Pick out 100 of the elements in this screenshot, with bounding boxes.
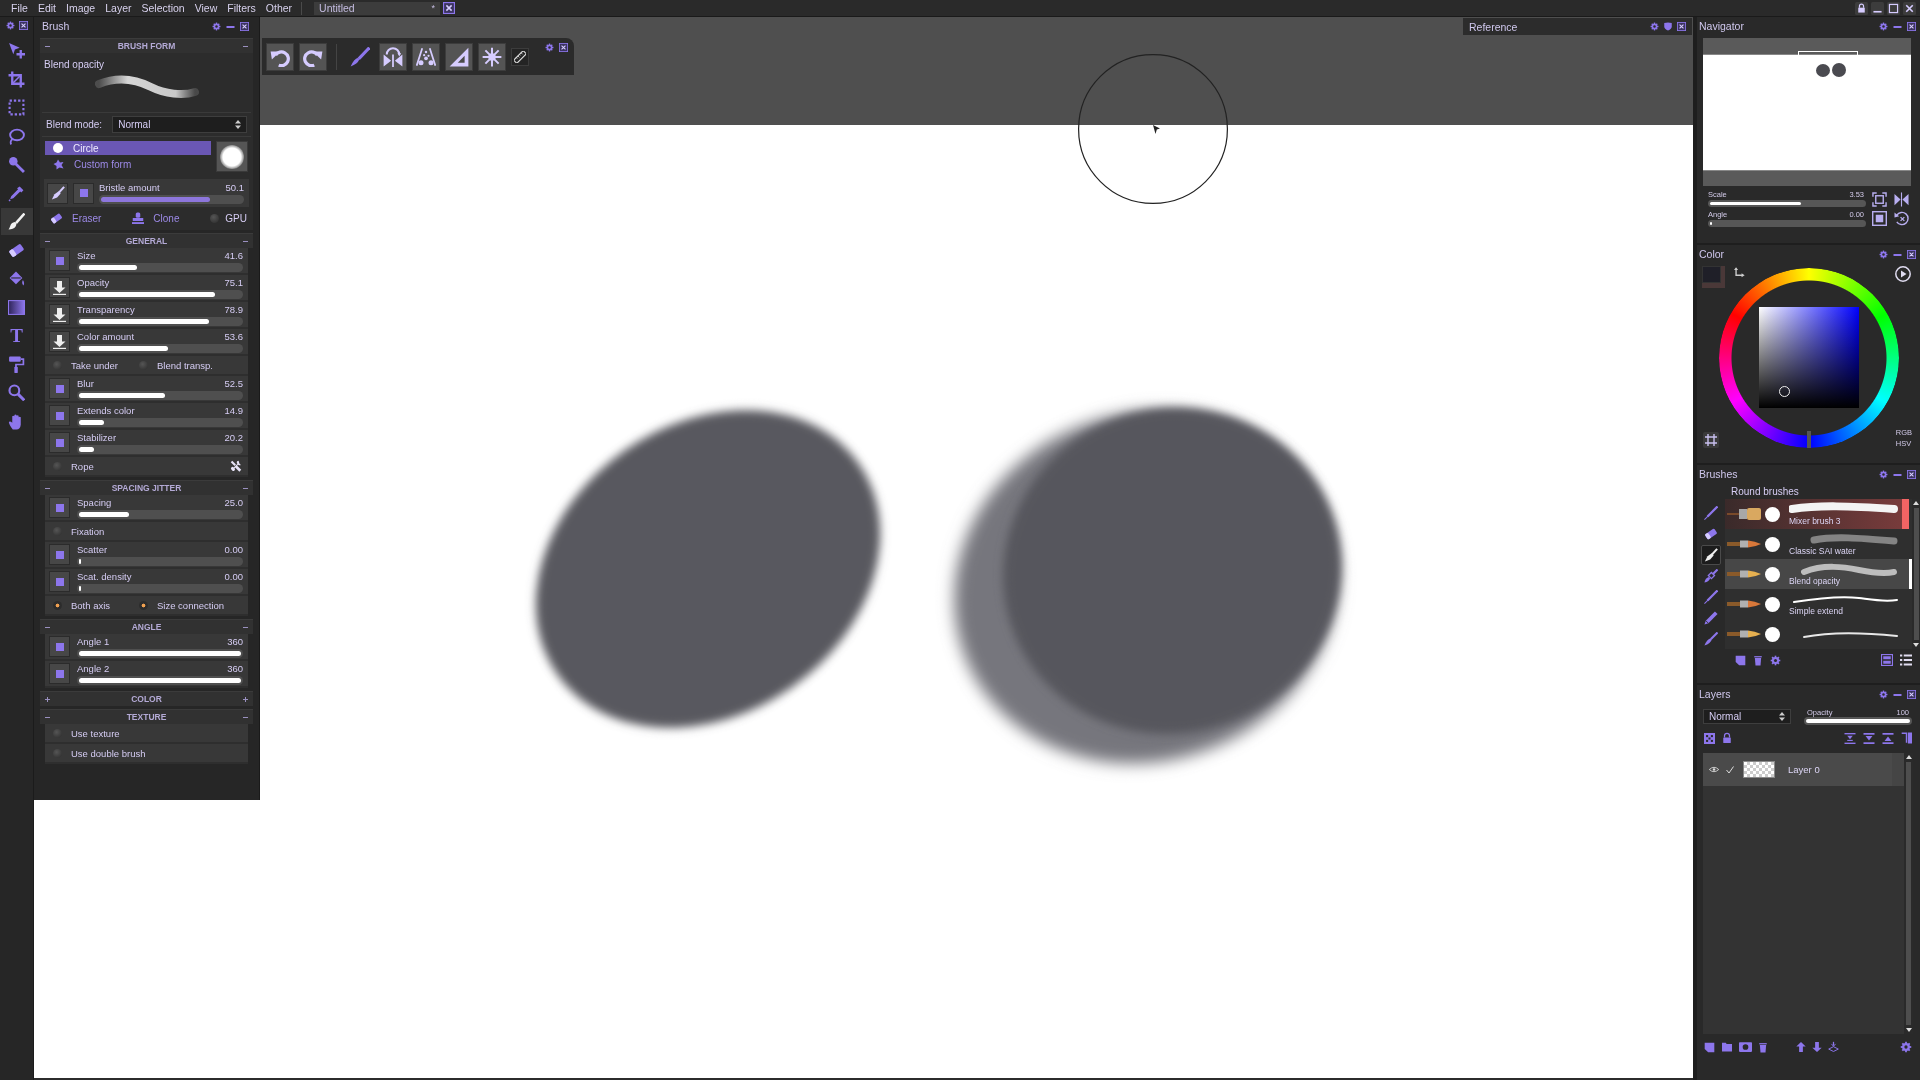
toggle-switch[interactable] xyxy=(53,526,62,536)
close-icon[interactable] xyxy=(1907,689,1916,699)
close-icon[interactable] xyxy=(1907,469,1916,479)
menu-item[interactable]: Edit xyxy=(32,0,61,16)
slider-track[interactable] xyxy=(77,583,243,593)
close-icon[interactable] xyxy=(559,43,568,52)
toggle-switch[interactable] xyxy=(53,360,62,370)
list-view-icon[interactable] xyxy=(1900,654,1912,666)
foreground-color-swatch[interactable] xyxy=(1702,266,1721,283)
shape-option[interactable]: Circle xyxy=(45,141,211,155)
brush-item[interactable]: Mixer brush 3 xyxy=(1725,499,1912,529)
slider-track[interactable] xyxy=(77,343,243,353)
minimize-icon[interactable] xyxy=(1893,253,1902,256)
slider-track[interactable] xyxy=(77,316,243,326)
settings-icon[interactable] xyxy=(5,21,15,30)
thumbnail-view-icon[interactable] xyxy=(1881,654,1893,666)
brush-item[interactable]: Classic SAI water xyxy=(1725,529,1912,559)
close-icon[interactable] xyxy=(1677,22,1686,31)
slider-track[interactable] xyxy=(77,417,243,427)
pressure-button[interactable] xyxy=(49,331,70,352)
close-icon[interactable] xyxy=(1907,249,1916,259)
document-tab[interactable]: Untitled * xyxy=(314,1,441,15)
grid-icon[interactable] xyxy=(1703,432,1719,448)
merge-down-icon[interactable] xyxy=(1863,732,1875,744)
toggle-switch[interactable] xyxy=(139,600,148,610)
mask-icon[interactable] xyxy=(1739,1042,1752,1052)
brush-item[interactable] xyxy=(1725,619,1912,649)
hue-handle[interactable] xyxy=(1806,431,1811,448)
clipping-icon[interactable] xyxy=(1901,732,1912,744)
merge-icon[interactable] xyxy=(1844,732,1856,744)
settings-icon[interactable] xyxy=(1650,22,1659,31)
toolbar-button[interactable] xyxy=(412,42,440,71)
arrow-down-icon[interactable] xyxy=(1812,1041,1822,1053)
new-layer-icon[interactable] xyxy=(1704,1041,1715,1053)
slider-track[interactable] xyxy=(99,195,244,204)
slider-track[interactable] xyxy=(77,444,243,454)
toolbar-button[interactable] xyxy=(379,42,407,71)
minimize-icon[interactable] xyxy=(1871,1,1884,15)
checkerboard-icon[interactable] xyxy=(1704,732,1715,744)
fit-screen-icon[interactable] xyxy=(1872,191,1887,207)
toolbar-button[interactable] xyxy=(445,42,473,71)
play-icon[interactable] xyxy=(1895,266,1911,282)
layer-row[interactable]: Layer 0 xyxy=(1703,753,1904,786)
minimize-icon[interactable] xyxy=(1893,693,1902,696)
tool-button[interactable]: T xyxy=(0,322,33,349)
new-brush-icon[interactable] xyxy=(1735,654,1746,666)
slider-track[interactable] xyxy=(77,556,243,566)
settings-icon[interactable] xyxy=(1770,654,1781,666)
pressure-button[interactable] xyxy=(49,304,70,325)
folder-icon[interactable] xyxy=(1721,1042,1733,1052)
slider-track[interactable] xyxy=(77,509,243,519)
close-icon[interactable] xyxy=(18,21,28,30)
trash-icon[interactable] xyxy=(1758,1041,1768,1053)
settings-icon[interactable] xyxy=(1879,469,1888,479)
settings-icon[interactable] xyxy=(1900,1041,1912,1053)
category-button[interactable] xyxy=(1701,545,1721,565)
lock-icon[interactable] xyxy=(1722,732,1732,744)
arrow-up-icon[interactable] xyxy=(1796,1041,1806,1053)
blend-mode-dropdown[interactable]: Normal xyxy=(1703,709,1791,724)
pressure-button[interactable] xyxy=(49,277,70,298)
brush-item[interactable]: Blend opacity xyxy=(1725,559,1912,589)
saturation-value-square[interactable] xyxy=(1758,307,1859,408)
maximize-icon[interactable] xyxy=(1887,1,1900,15)
toggle-switch[interactable] xyxy=(53,461,62,471)
section-header[interactable]: TEXTURE xyxy=(40,709,253,724)
section-header[interactable]: ANGLE xyxy=(40,619,253,634)
slider-track[interactable] xyxy=(77,289,243,299)
background-color-swatch[interactable] xyxy=(1702,266,1725,288)
minimize-icon[interactable] xyxy=(1893,473,1902,476)
close-icon[interactable] xyxy=(240,21,249,31)
blend-mode-dropdown[interactable]: Normal xyxy=(112,116,247,133)
section-header[interactable]: GENERAL xyxy=(40,233,253,248)
layer-stack-icon[interactable] xyxy=(1828,1041,1839,1053)
tool-button[interactable] xyxy=(0,208,33,235)
menu-item[interactable]: Layer xyxy=(100,0,137,16)
toggle-switch[interactable] xyxy=(53,748,62,758)
menu-item[interactable]: Image xyxy=(61,0,101,16)
actual-size-icon[interactable] xyxy=(1872,210,1887,226)
section-header[interactable]: BRUSH FORM xyxy=(40,38,253,53)
toggle-switch[interactable] xyxy=(53,728,62,738)
close-icon[interactable] xyxy=(443,2,456,14)
brush-button[interactable] xyxy=(47,182,68,204)
eraser-button[interactable]: Eraser xyxy=(50,212,102,224)
wrench-icon[interactable] xyxy=(230,460,242,472)
slider-track[interactable] xyxy=(1708,200,1866,207)
swap-icon[interactable] xyxy=(1734,267,1745,278)
toolbar-button[interactable] xyxy=(478,42,506,71)
toggle-switch[interactable] xyxy=(210,213,220,223)
section-header[interactable]: SPACING JITTER xyxy=(40,480,253,495)
toolbar-button[interactable] xyxy=(299,42,327,71)
menu-item[interactable]: Other xyxy=(260,0,298,16)
brush-item[interactable]: Simple extend xyxy=(1725,589,1912,619)
lock-icon[interactable] xyxy=(1855,1,1868,15)
slider-track[interactable] xyxy=(77,390,243,400)
trash-icon[interactable] xyxy=(1753,654,1763,666)
eye-icon[interactable] xyxy=(1709,766,1719,773)
clone-button[interactable]: Clone xyxy=(132,212,180,224)
slider-track[interactable] xyxy=(77,262,243,272)
settings-icon[interactable] xyxy=(1879,249,1888,259)
minimize-icon[interactable] xyxy=(226,25,235,28)
